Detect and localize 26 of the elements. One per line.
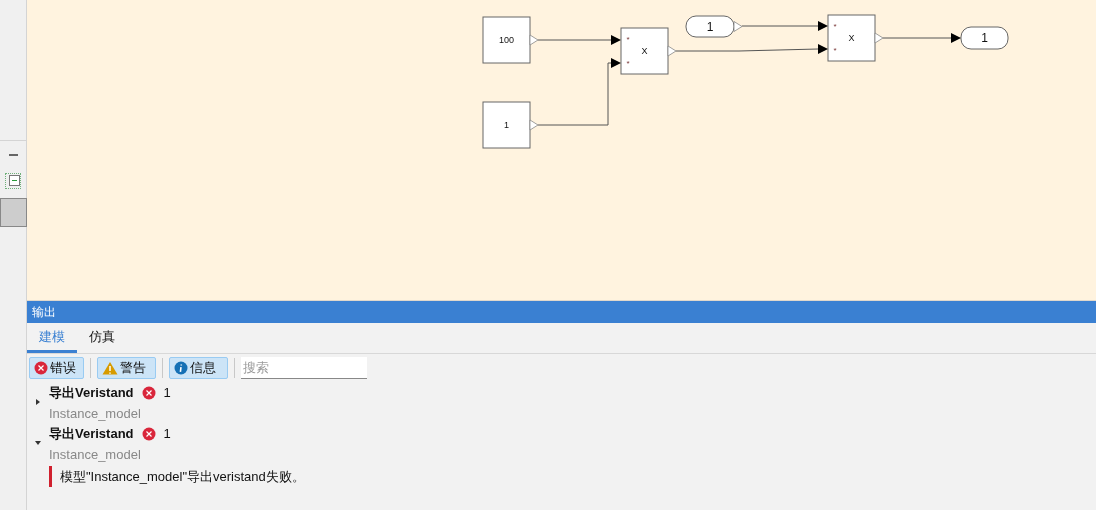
- error-count: 1: [163, 384, 171, 403]
- filter-button[interactable]: 信息: [169, 356, 228, 379]
- message-source: Instance_model: [49, 446, 142, 464]
- outport-block[interactable]: 1: [960, 26, 1009, 50]
- message-source: Instance_model: [49, 405, 142, 423]
- message-title: 导出Veristand: [49, 384, 134, 403]
- message-title: 导出Veristand: [49, 425, 134, 444]
- warning-icon: [102, 360, 118, 375]
- error-icon: [34, 360, 48, 375]
- tab[interactable]: 建模: [27, 324, 77, 353]
- error-icon: [141, 427, 156, 441]
- filter-button[interactable]: 错误: [29, 356, 84, 379]
- filter-button[interactable]: 警告: [97, 356, 156, 379]
- collapse-tree-icon[interactable]: [5, 173, 21, 189]
- tab[interactable]: 仿真: [77, 324, 127, 353]
- error-icon: [141, 386, 156, 400]
- error-detail: 模型"Instance_model"导出veristand失败。: [49, 466, 305, 487]
- error-count: 1: [163, 425, 171, 444]
- search-field[interactable]: 搜索: [241, 356, 367, 379]
- collapse-arrow-icon[interactable]: [35, 440, 41, 446]
- panel-title: 输出: [32, 304, 56, 321]
- diagram-canvas[interactable]: 100 1 * * X 1 * * X 1: [27, 0, 1096, 301]
- panel-handle[interactable]: [0, 198, 27, 227]
- info-icon: [174, 360, 188, 375]
- expand-arrow-icon[interactable]: [35, 399, 41, 405]
- minimize-icon[interactable]: [6, 151, 20, 159]
